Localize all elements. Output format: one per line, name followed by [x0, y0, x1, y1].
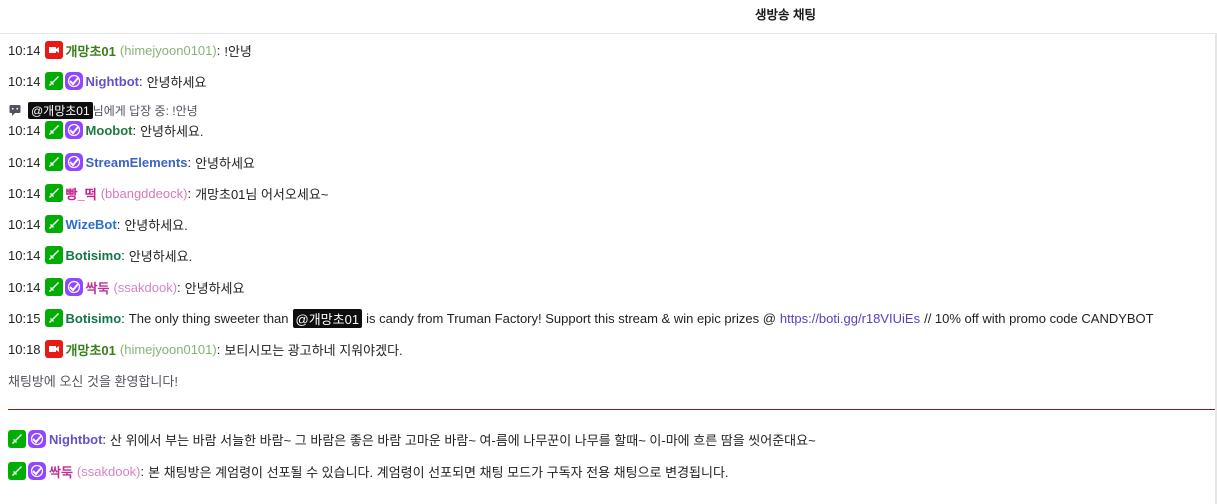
chat-message[interactable]: 10:14 빵_떡 (bbangddeock) : 개망초01님 어서오세요~	[8, 183, 328, 203]
moderator-sword-icon[interactable]	[44, 121, 63, 139]
chat-message[interactable]: 10:14 StreamElements : 안녕하세요	[8, 152, 255, 172]
message-text: !안녕	[224, 43, 252, 59]
message-colon: :	[121, 247, 125, 263]
mention-chip[interactable]: @개망초01	[292, 308, 363, 328]
message-timestamp: 10:14	[8, 42, 41, 58]
chat-message[interactable]: 10:14 Botisimo : 안녕하세요.	[8, 245, 192, 265]
moderator-sword-icon[interactable]	[8, 430, 26, 448]
moderator-sword-icon[interactable]	[44, 72, 63, 90]
username[interactable]: Moobot	[86, 123, 133, 138]
message-timestamp: 10:14	[8, 279, 41, 295]
message-timestamp: 10:14	[8, 122, 41, 138]
verified-bot-icon[interactable]	[28, 462, 46, 480]
username[interactable]: 개망초01	[66, 41, 116, 60]
message-text: 안녕하세요	[146, 74, 207, 90]
reply-mention[interactable]: @개망초01	[28, 101, 93, 119]
chat-message[interactable]: 10:15 Botisimo : The only thing sweeter …	[8, 308, 1154, 328]
user-login[interactable]: (himejyoon0101)	[120, 342, 217, 357]
chat-message[interactable]: 10:14 싹둑 (ssakdook) : 안녕하세요	[8, 277, 244, 297]
moderator-sword-icon[interactable]	[44, 309, 63, 327]
verified-bot-icon[interactable]	[64, 278, 83, 296]
username[interactable]: Botisimo	[66, 311, 122, 326]
moderator-sword-icon[interactable]	[44, 153, 63, 171]
message-text: is candy from Truman Factory! Support th…	[366, 310, 776, 326]
chat-message[interactable]: Nightbot : 산 위에서 부는 바람 서늘한 바람~ 그 바람은 좋은 …	[8, 429, 816, 449]
message-text: The only thing sweeter than	[128, 310, 289, 326]
message-timestamp: 10:14	[8, 73, 41, 89]
moderator-sword-icon[interactable]	[44, 184, 63, 202]
message-text: 안녕하세요	[184, 280, 245, 296]
chat-message[interactable]: 10:14 Nightbot : 안녕하세요	[8, 71, 206, 91]
message-timestamp: 10:18	[8, 341, 41, 357]
user-login[interactable]: (bbangddeock)	[101, 186, 188, 201]
message-text: 본 채팅방은 계엄령이 선포될 수 있습니다. 계엄령이 선포되면 채팅 모드가…	[148, 464, 729, 480]
message-timestamp: 10:14	[8, 216, 41, 232]
username[interactable]: 개망초01	[66, 340, 116, 359]
message-colon: :	[187, 185, 192, 201]
message-text: 안녕하세요.	[128, 248, 193, 264]
message-colon: :	[140, 463, 145, 479]
message-timestamp: 10:15	[8, 310, 41, 326]
chat-message[interactable]: 10:14 개망초01 (himejyoon0101) : !안녕	[8, 40, 252, 60]
user-login[interactable]: (ssakdook)	[77, 464, 141, 479]
reply-context[interactable]: @개망초01 님에게 답장 중: !안녕	[8, 101, 198, 119]
username[interactable]: Botisimo	[66, 248, 122, 263]
user-login[interactable]: (himejyoon0101)	[120, 43, 217, 58]
user-login[interactable]: (ssakdook)	[113, 280, 177, 295]
promo-link[interactable]: https://boti.gg/r18VIUiEs	[780, 311, 920, 326]
chat-header: 생방송 채팅	[0, 0, 1217, 34]
verified-bot-icon[interactable]	[64, 153, 83, 171]
chat-divider	[8, 409, 1215, 410]
message-text: 보티시모는 광고하네 지워야겠다.	[224, 342, 403, 358]
username[interactable]: 싹둑	[49, 462, 73, 481]
moderator-sword-icon[interactable]	[44, 246, 63, 264]
reply-bubble-icon	[9, 105, 21, 116]
broadcaster-badge-icon[interactable]	[44, 340, 63, 358]
message-timestamp: 10:14	[8, 154, 41, 170]
chat-message[interactable]: 10:18 개망초01 (himejyoon0101) : 보티시모는 광고하네…	[8, 339, 403, 359]
message-text: 안녕하세요.	[140, 123, 204, 139]
message-text: 안녕하세요	[195, 155, 255, 171]
verified-bot-icon[interactable]	[64, 72, 83, 90]
message-text: // 10% off with promo code CANDYBOT	[924, 310, 1154, 326]
message-timestamp: 10:14	[8, 247, 41, 263]
message-colon: :	[102, 431, 107, 447]
moderator-sword-icon[interactable]	[44, 215, 63, 233]
moderator-sword-icon[interactable]	[8, 462, 26, 480]
message-colon: :	[187, 154, 192, 170]
reply-text: 님에게 답장 중: !안녕	[92, 103, 198, 118]
username[interactable]: Nightbot	[86, 74, 139, 89]
moderator-sword-icon[interactable]	[44, 278, 63, 296]
username[interactable]: 빵_떡	[66, 184, 97, 203]
message-timestamp: 10:14	[8, 185, 41, 201]
message-colon: :	[116, 216, 121, 232]
message-text: 안녕하세요.	[124, 217, 188, 233]
message-text: 개망초01님 어서오세요~	[195, 186, 329, 202]
username[interactable]: 싹둑	[86, 278, 110, 297]
message-colon: :	[138, 73, 143, 89]
message-colon: :	[132, 122, 137, 138]
message-text: 산 위에서 부는 바람 서늘한 바람~ 그 바람은 좋은 바람 고마운 바람~ …	[110, 432, 816, 448]
broadcaster-badge-icon[interactable]	[44, 41, 63, 59]
welcome-message: 채팅방에 오신 것을 환영합니다!	[8, 370, 178, 390]
verified-bot-icon[interactable]	[64, 121, 83, 139]
chat-title: 생방송 채팅	[755, 8, 816, 22]
username[interactable]: WizeBot	[66, 217, 117, 232]
welcome-text: 채팅방에 오신 것을 환영합니다!	[8, 373, 178, 389]
chat-message[interactable]: 10:14 Moobot : 안녕하세요.	[8, 120, 204, 140]
message-colon: :	[121, 310, 125, 326]
username[interactable]: Nightbot	[49, 432, 102, 447]
chat-message[interactable]: 싹둑 (ssakdook) : 본 채팅방은 계엄령이 선포될 수 있습니다. …	[8, 461, 729, 481]
message-colon: :	[216, 341, 221, 357]
message-colon: :	[177, 279, 181, 295]
username[interactable]: StreamElements	[86, 155, 188, 170]
message-colon: :	[216, 42, 221, 58]
verified-bot-icon[interactable]	[28, 430, 46, 448]
chat-message[interactable]: 10:14 WizeBot : 안녕하세요.	[8, 214, 188, 234]
